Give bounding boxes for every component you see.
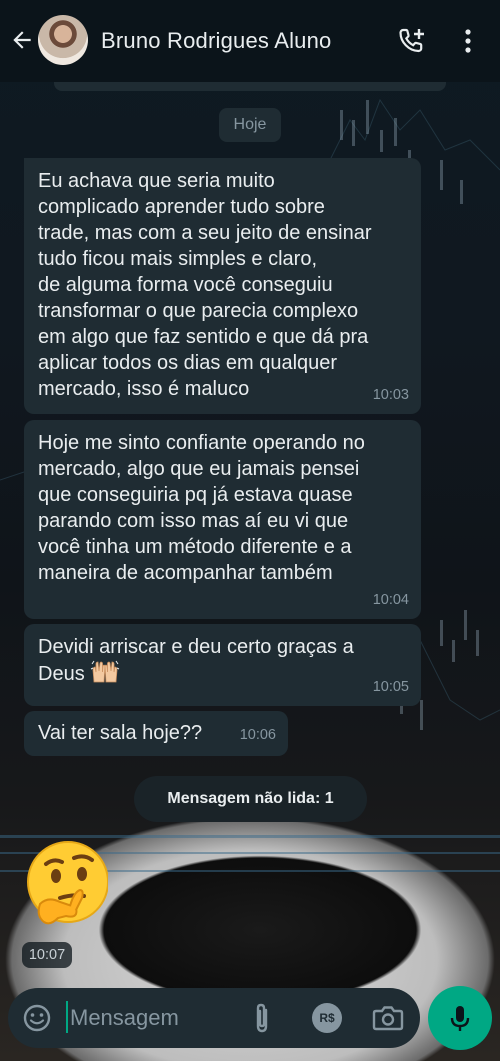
message-time: 10:03 — [372, 387, 409, 403]
more-vertical-icon[interactable] — [458, 27, 478, 55]
message-composer: R$ — [8, 988, 420, 1048]
message-input[interactable] — [70, 1000, 240, 1036]
phone-plus-icon[interactable] — [396, 26, 428, 56]
date-separator: Hoje — [219, 108, 281, 142]
sticker-time: 10:07 — [22, 942, 72, 968]
mic-icon[interactable] — [428, 986, 492, 1050]
message-time: 10:06 — [239, 727, 276, 743]
arrow-left-icon[interactable] — [8, 26, 36, 54]
rs-payment-icon[interactable]: R$ — [312, 1003, 342, 1033]
chat-header: Bruno Rodrigues Aluno — [0, 0, 500, 82]
camera-icon[interactable] — [372, 1003, 404, 1033]
text-cursor — [66, 1001, 68, 1033]
message-text-wrap: Devidi arriscar e deu certo graças a Deu… — [24, 624, 421, 687]
message-bubble[interactable]: Hoje me sinto confiante operando no merc… — [24, 420, 421, 619]
message-text: Hoje me sinto confiante operando no merc… — [38, 432, 365, 584]
message-text: Devidi arriscar e deu certo graças a Deu… — [38, 636, 354, 685]
message-text: Eu achava que seria muito complicado apr… — [38, 170, 372, 400]
emoji-icon[interactable] — [22, 1003, 52, 1033]
previous-message-edge — [54, 82, 446, 91]
message-bubble[interactable]: Devidi arriscar e deu certo graças a Deu… — [24, 624, 421, 706]
unread-messages-badge: Mensagem não lida: 1 — [134, 776, 367, 822]
message-bubble[interactable]: Eu achava que seria muito complicado apr… — [24, 158, 421, 414]
thinking-face-icon[interactable] — [26, 840, 109, 932]
message-time: 10:05 — [372, 679, 409, 695]
contact-name[interactable]: Bruno Rodrigues Aluno — [101, 28, 331, 54]
paperclip-icon[interactable] — [250, 1002, 274, 1034]
raising-hands-icon — [90, 660, 120, 684]
message-bubble[interactable]: Vai ter sala hoje?? 10:06 — [24, 711, 288, 756]
message-time: 10:04 — [372, 592, 409, 608]
avatar[interactable] — [38, 15, 88, 65]
